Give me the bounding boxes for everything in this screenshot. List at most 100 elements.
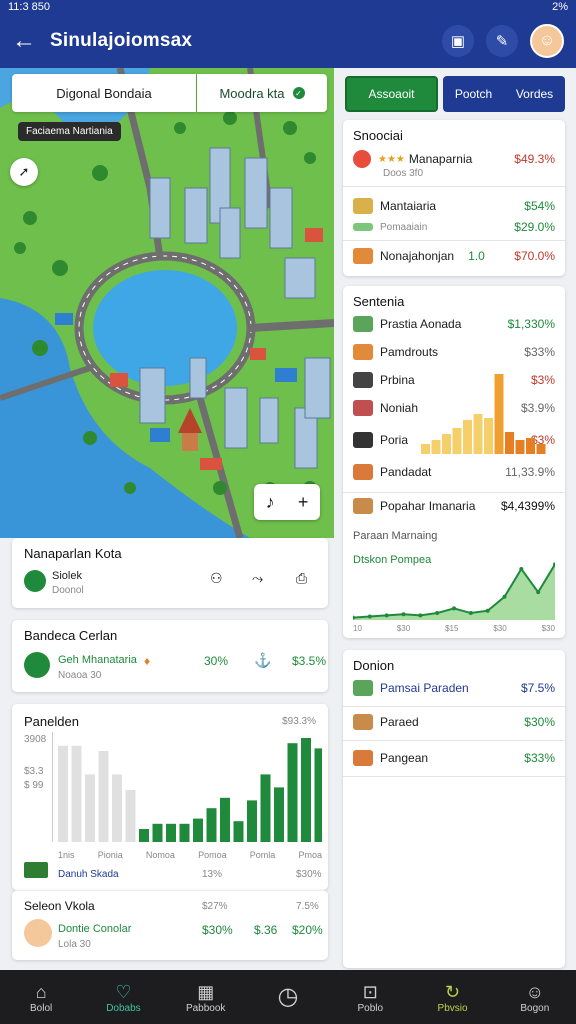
sentenia-row-value: 11,33.9%: [505, 465, 555, 479]
chart-bar: [125, 790, 136, 842]
sentenia-sub-title: Paraan Marnaing: [353, 530, 438, 542]
sentenia-row-value: $1,330%: [507, 317, 555, 331]
line-point: [502, 594, 507, 599]
sentenia-row[interactable]: Pamdrouts $33%: [353, 344, 555, 360]
category-icon: [353, 432, 373, 448]
line-chart-xticks: 10 $30 $15 $30 $30: [353, 624, 555, 633]
route-icon[interactable]: ⤳: [252, 570, 263, 587]
snooc-row-2[interactable]: Mantaiaria $54%: [353, 198, 555, 214]
line-point: [519, 566, 524, 571]
line-point: [401, 612, 406, 617]
snooc-row-2b[interactable]: Pomaaiain $29.0%: [353, 220, 555, 234]
category-icon: [353, 316, 373, 332]
home-icon: [353, 750, 373, 766]
snooc-row-3[interactable]: Nonajahonjan 1.0 $70.0%: [353, 248, 555, 264]
nav-pbvsio[interactable]: ↻ Pbvsio: [417, 981, 489, 1014]
sentenia-bar: [421, 444, 430, 454]
nav-dobabs[interactable]: ♡ Dobabs: [87, 981, 159, 1014]
chart-y3: $ 99: [24, 780, 44, 791]
donion-title: Donion: [353, 658, 395, 673]
nav-pabbook[interactable]: ▦ Pabbook: [170, 981, 242, 1014]
x-tick-label: Nomoa: [145, 850, 175, 860]
heart-icon: ♡: [115, 981, 132, 1002]
donion-row-3-value: $33%: [524, 751, 555, 765]
sentenia-row[interactable]: Popahar Imanaria $4,4399%: [353, 498, 555, 514]
chart-y2: $3.3: [24, 766, 44, 777]
budget-status-icon: [24, 652, 50, 678]
line-x-tick: $30: [396, 624, 411, 633]
tab-pootch[interactable]: Pootch: [455, 87, 492, 101]
tab-group[interactable]: Pootch Vordes: [443, 76, 565, 112]
printer-icon[interactable]: ⎙: [296, 570, 307, 587]
line-point: [452, 606, 456, 611]
nav-bogon[interactable]: ☺ Bogon: [499, 981, 571, 1014]
zoom-out-icon[interactable]: ♪: [266, 492, 275, 513]
edit-icon[interactable]: ✎: [486, 25, 518, 57]
zoom-in-icon[interactable]: +: [298, 492, 309, 513]
chart-bar: [98, 751, 109, 842]
back-arrow-icon[interactable]: ←: [12, 27, 40, 55]
village-v2: $.36: [254, 923, 278, 937]
snooc-row-3-mid: 1.0: [468, 249, 485, 263]
sentenia-row-label: Popahar Imanaria: [380, 499, 476, 513]
budget-item-label: Geh Mhanataria: [58, 654, 137, 666]
donion-row-3[interactable]: Pangean $33%: [353, 750, 555, 766]
map-location-tag: Faciaema Nartiania: [18, 122, 121, 141]
chart-bar: [179, 823, 190, 842]
line-chart: [353, 562, 555, 620]
zoom-control[interactable]: ♪ +: [254, 484, 320, 520]
chart-bar: [301, 738, 311, 842]
sentenia-bar: [473, 414, 483, 454]
snooc-row-2-value2: $29.0%: [514, 220, 555, 234]
chart-bar: [314, 748, 322, 842]
chart-bar: [71, 745, 82, 842]
donion-row-1[interactable]: Pamsai Paraden $7.5%: [353, 680, 555, 696]
budget-card-title: Bandeca Cerlan: [24, 628, 118, 643]
sentenia-bar: [484, 418, 493, 454]
donion-row-1-label: Pamsai Paraden: [380, 681, 469, 695]
sentenia-bar: [494, 374, 504, 454]
tab-vordes[interactable]: Vordes: [516, 87, 553, 101]
budget-card[interactable]: Bandeca Cerlan Geh Mhanataria Noaoa 30 ♦…: [12, 620, 328, 692]
category-icon: [353, 344, 373, 360]
city-item-label: Siolek: [52, 570, 82, 582]
snooc-row-1[interactable]: ★★★ Manaparnia $49.3%: [353, 150, 555, 168]
donion-row-2[interactable]: Paraed $30%: [353, 714, 555, 730]
chart-card-title: Panelden: [24, 714, 79, 729]
locate-icon[interactable]: ➚: [10, 158, 38, 186]
map-icon[interactable]: ▣: [442, 25, 474, 57]
map-search-input[interactable]: Digonal Bondaia: [12, 74, 196, 112]
map-filter-label: Moodra kta: [219, 85, 285, 101]
sentenia-row-value: $4,4399%: [500, 499, 555, 513]
chart-legend-label: Danuh Skada: [58, 869, 119, 880]
village-card[interactable]: Seleon Vkola $27% 7.5% Dontie Conolar Lo…: [12, 890, 328, 960]
village-v3: $20%: [292, 923, 323, 937]
sentenia-row[interactable]: Prastia Aonada $1,330%: [353, 316, 555, 332]
chart-bar: [112, 774, 122, 842]
map-filter-button[interactable]: Moodra kta ✓: [197, 74, 327, 112]
building-icon: ▦: [197, 981, 215, 1002]
chart-legend-v2: $30%: [296, 869, 322, 880]
app-bar: ← Sinulajoiomsax ▣ ✎ ☺: [0, 14, 576, 68]
nav-home[interactable]: ⌂ Bolol: [5, 981, 77, 1014]
bottom-nav: ⌂ Bolol ♡ Dobabs ▦ Pabbook ◷ ⊡ Poblo ↻ Pbvsio…: [0, 970, 576, 1024]
nav-poblo[interactable]: ⊡ Poblo: [334, 981, 406, 1014]
person-icon[interactable]: ⚇: [210, 570, 223, 587]
sentenia-bar: [515, 440, 525, 454]
chart-card: Panelden $93.3% 3908 $3.3 $ 99 1nis Pioni…: [12, 704, 328, 890]
city-logo-icon: [24, 570, 46, 592]
nav-clock[interactable]: ◷: [252, 985, 324, 1009]
folder-icon: [353, 198, 373, 214]
chart-legend-v1: 13%: [202, 869, 223, 880]
chart-bar: [287, 743, 298, 842]
snooc-title: Snoociai: [353, 128, 403, 143]
snooc-row-2-sub: Pomaaiain: [380, 221, 428, 233]
sentenia-row[interactable]: Pandadat 11,33.9%: [353, 464, 555, 480]
sentenia-bar-chart: [421, 374, 546, 454]
city-card[interactable]: Nanaparlan Kota Siolek Doonol ⚇ ⤳ ⎙: [12, 538, 328, 608]
avatar[interactable]: ☺: [530, 24, 564, 58]
tab-assoaoit[interactable]: Assoaoit: [345, 76, 438, 112]
window-icon: ⊡: [362, 981, 378, 1002]
donion-card: Donion Pamsai Paraden $7.5% Paraed $30% …: [343, 650, 565, 968]
sentenia-bar: [442, 434, 451, 454]
